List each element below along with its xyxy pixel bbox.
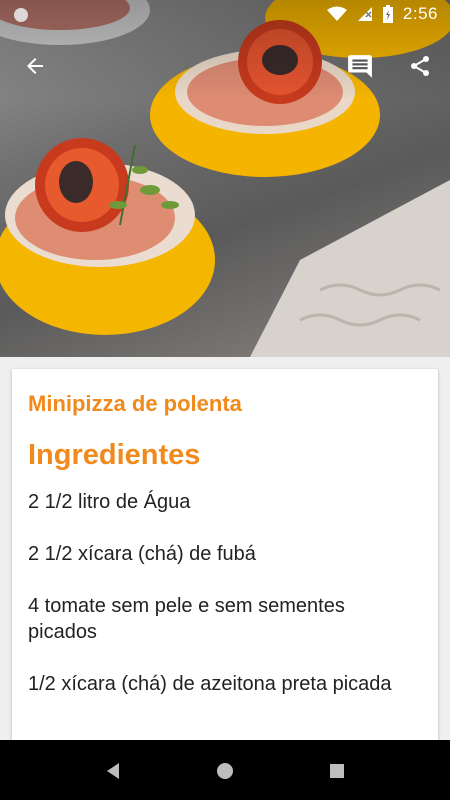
ingredient-item: 2 1/2 xícara (chá) de fubá — [28, 543, 256, 565]
nav-recents-button[interactable] — [324, 758, 350, 784]
triangle-back-icon — [107, 763, 119, 779]
ingredient-item: 4 tomate sem pele e sem sementes picados — [28, 595, 345, 643]
nav-home-button[interactable] — [212, 758, 238, 784]
notification-dot-icon — [14, 8, 28, 22]
ingredient-item: 1/2 xícara (chá) de azeitona preta picad… — [28, 673, 392, 695]
ingredients-list: 2 1/2 litro de Água 2 1/2 xícara (chá) d… — [28, 489, 418, 723]
nav-back-button[interactable] — [100, 758, 126, 784]
recipe-hero-image — [0, 0, 450, 357]
battery-icon — [382, 5, 393, 23]
ingredients-heading: Ingredientes — [28, 439, 201, 471]
square-recents-icon — [330, 764, 344, 778]
comment-icon — [348, 55, 372, 78]
polenta-photo — [0, 0, 450, 357]
arrow-left-icon — [27, 58, 43, 74]
ingredient-item: 2 1/2 litro de Água — [28, 491, 191, 513]
wifi-icon — [326, 6, 347, 21]
share-icon — [411, 56, 429, 76]
circle-home-icon — [217, 763, 233, 779]
share-button[interactable] — [400, 46, 440, 86]
recipe-card: Minipizza de polenta Ingredientes 2 1/2 … — [12, 369, 438, 749]
comment-button[interactable] — [340, 46, 380, 86]
signal-icon — [357, 7, 372, 21]
status-icons: 2:56 — [326, 4, 438, 24]
status-bar: 2:56 — [0, 0, 450, 30]
back-button[interactable] — [15, 46, 55, 86]
status-time: 2:56 — [402, 4, 438, 23]
recipe-title: Minipizza de polenta — [28, 391, 242, 416]
system-nav-bar — [0, 740, 450, 800]
